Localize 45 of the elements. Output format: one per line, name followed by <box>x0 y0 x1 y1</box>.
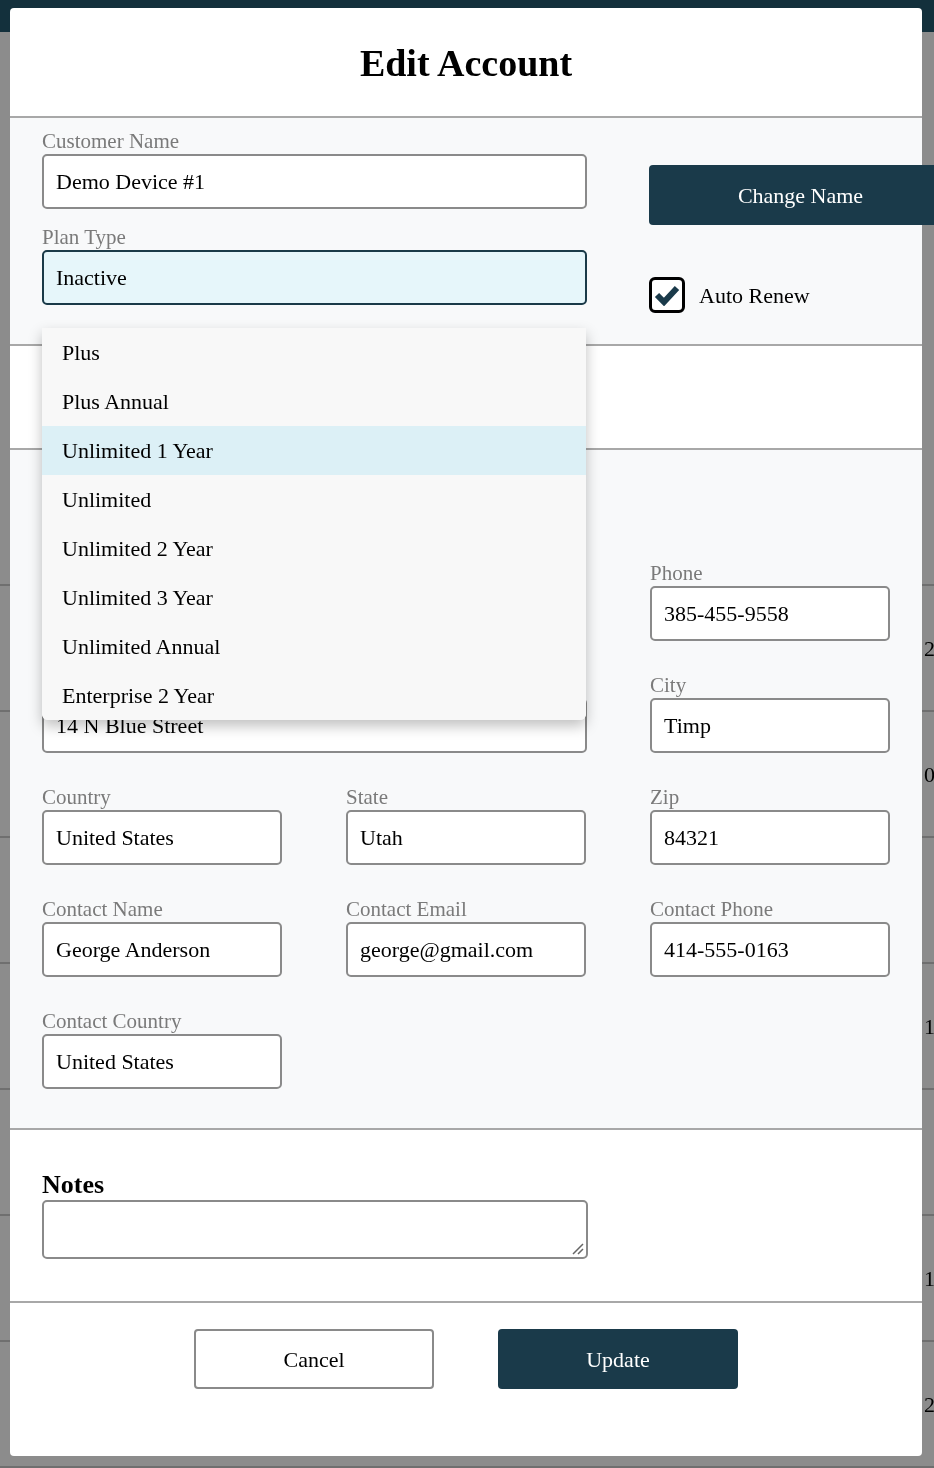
field-label: Phone <box>650 560 704 586</box>
input-field[interactable]: Utah <box>346 810 586 865</box>
field-label: Contact Name <box>42 896 164 922</box>
checkbox[interactable] <box>649 277 685 313</box>
table-cell-text: 1 <box>924 1264 934 1293</box>
field-label: Plan Type <box>42 224 127 250</box>
dropdown-option[interactable]: Unlimited 3 Year <box>42 573 586 622</box>
input-field[interactable]: 385-455-9558 <box>650 586 890 641</box>
field-label: State <box>346 784 389 810</box>
change-name-button[interactable]: Change Name <box>649 165 934 225</box>
input-field[interactable]: George Anderson <box>42 922 282 977</box>
field-label: Zip <box>650 784 681 810</box>
update-button[interactable]: Update <box>498 1329 738 1389</box>
input-field[interactable]: United States <box>42 1034 282 1089</box>
dropdown-option[interactable]: Plus Annual <box>42 377 586 426</box>
table-cell-text: 2 <box>924 1390 934 1419</box>
field-label: Contact Country <box>42 1008 183 1034</box>
notes-field[interactable] <box>42 1200 588 1259</box>
dropdown-option[interactable]: Unlimited Annual <box>42 622 586 671</box>
dropdown-option[interactable]: Enterprise 2 Year <box>42 671 586 720</box>
input-field[interactable]: 84321 <box>650 810 890 865</box>
dropdown-option[interactable]: Plus <box>42 328 586 377</box>
table-cell-text: 1 <box>924 1012 934 1041</box>
select-field[interactable]: Inactive <box>42 250 587 305</box>
input-field[interactable]: Demo Device #1 <box>42 154 587 209</box>
dropdown-option[interactable]: Unlimited 2 Year <box>42 524 586 573</box>
resize-handle-icon[interactable] <box>570 1241 584 1255</box>
table-cell-text: 0 <box>924 760 934 789</box>
table-cell-text: 2 <box>924 634 934 663</box>
checkmark-icon <box>654 284 680 306</box>
cancel-button[interactable]: Cancel <box>194 1329 434 1389</box>
field-label: Contact Email <box>346 896 468 922</box>
input-field[interactable]: george@gmail.com <box>346 922 586 977</box>
input-field[interactable]: Timp <box>650 698 890 753</box>
field-label: Customer Name <box>42 128 181 154</box>
field-label: Country <box>42 784 112 810</box>
input-field[interactable]: 414-555-0163 <box>650 922 890 977</box>
notes-label: Notes <box>42 1170 106 1200</box>
checkbox-label: Auto Renew <box>699 281 810 310</box>
input-field[interactable]: United States <box>42 810 282 865</box>
dropdown-option[interactable]: Unlimited <box>42 475 586 524</box>
field-label: Contact Phone <box>650 896 775 922</box>
dropdown-option[interactable]: Unlimited 1 Year <box>42 426 586 475</box>
field-label: City <box>650 672 688 698</box>
dialog-title: Edit Account <box>359 40 573 86</box>
